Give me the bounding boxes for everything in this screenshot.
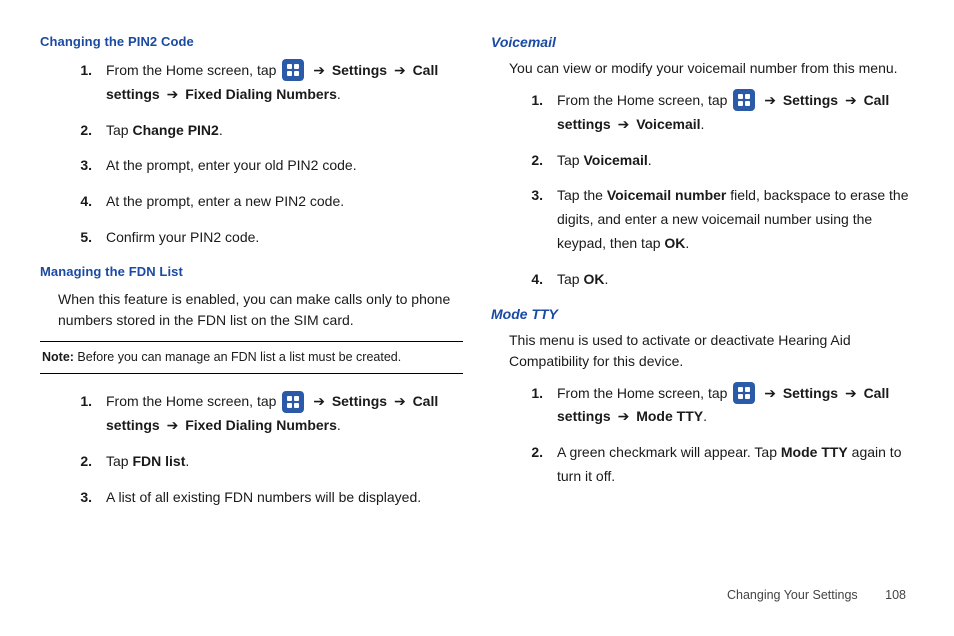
step-text: A list of all existing FDN numbers will … — [106, 486, 463, 510]
step-item: 2.Tap Voicemail. — [491, 149, 914, 173]
arrow-icon: ➔ — [618, 405, 630, 429]
step-text: From the Home screen, tap ➔ Settings ➔ C… — [557, 89, 914, 137]
two-column-layout: Changing the PIN2 Code 1.From the Home s… — [40, 34, 914, 523]
arrow-icon: ➔ — [764, 89, 776, 113]
step-text: A green checkmark will appear. Tap Mode … — [557, 441, 914, 489]
apps-grid-icon — [282, 59, 304, 81]
paragraph-fdn-description: When this feature is enabled, you can ma… — [58, 289, 463, 331]
step-item: 1.From the Home screen, tap ➔ Settings ➔… — [491, 89, 914, 137]
step-item: 2.A green checkmark will appear. Tap Mod… — [491, 441, 914, 489]
note-box-fdn: Note: Before you can manage an FDN list … — [40, 341, 463, 375]
arrow-icon: ➔ — [167, 414, 179, 438]
heading-managing-fdn: Managing the FDN List — [40, 264, 463, 279]
right-column: Voicemail You can view or modify your vo… — [491, 34, 914, 523]
note-label: Note: — [42, 350, 74, 364]
step-text: Tap OK. — [557, 268, 914, 292]
step-item: 3.Tap the Voicemail number field, backsp… — [491, 184, 914, 255]
arrow-icon: ➔ — [394, 390, 406, 414]
heading-changing-pin2: Changing the PIN2 Code — [40, 34, 463, 49]
steps-voicemail: 1.From the Home screen, tap ➔ Settings ➔… — [491, 89, 914, 292]
step-text: From the Home screen, tap ➔ Settings ➔ C… — [557, 382, 914, 430]
step-text: Tap the Voicemail number field, backspac… — [557, 184, 914, 255]
steps-mode-tty: 1.From the Home screen, tap ➔ Settings ➔… — [491, 382, 914, 489]
heading-voicemail: Voicemail — [491, 34, 914, 50]
step-number: 4. — [40, 190, 106, 214]
arrow-icon: ➔ — [845, 382, 857, 406]
step-text: Tap FDN list. — [106, 450, 463, 474]
apps-grid-icon — [733, 382, 755, 404]
heading-mode-tty: Mode TTY — [491, 306, 914, 322]
step-number: 1. — [491, 89, 557, 113]
step-number: 3. — [40, 486, 106, 510]
page-footer: Changing Your Settings 108 — [727, 588, 906, 602]
steps-changing-pin2: 1.From the Home screen, tap ➔ Settings ➔… — [40, 59, 463, 250]
arrow-icon: ➔ — [167, 83, 179, 107]
step-text: Tap Voicemail. — [557, 149, 914, 173]
step-number: 2. — [40, 450, 106, 474]
step-number: 4. — [491, 268, 557, 292]
step-number: 3. — [40, 154, 106, 178]
step-item: 1.From the Home screen, tap ➔ Settings ➔… — [491, 382, 914, 430]
step-text: Tap Change PIN2. — [106, 119, 463, 143]
arrow-icon: ➔ — [313, 59, 325, 83]
step-item: 4.Tap OK. — [491, 268, 914, 292]
paragraph-mode-tty: This menu is used to activate or deactiv… — [509, 330, 914, 372]
step-item: 5.Confirm your PIN2 code. — [40, 226, 463, 250]
step-text: From the Home screen, tap ➔ Settings ➔ C… — [106, 390, 463, 438]
footer-page-number: 108 — [885, 588, 906, 602]
footer-section-name: Changing Your Settings — [727, 588, 858, 602]
step-item: 3.A list of all existing FDN numbers wil… — [40, 486, 463, 510]
step-item: 2.Tap Change PIN2. — [40, 119, 463, 143]
note-text: Before you can manage an FDN list a list… — [74, 350, 401, 364]
step-number: 1. — [40, 59, 106, 83]
steps-managing-fdn: 1.From the Home screen, tap ➔ Settings ➔… — [40, 390, 463, 509]
arrow-icon: ➔ — [394, 59, 406, 83]
step-text: Confirm your PIN2 code. — [106, 226, 463, 250]
step-number: 2. — [491, 149, 557, 173]
step-item: 4.At the prompt, enter a new PIN2 code. — [40, 190, 463, 214]
manual-page: Changing the PIN2 Code 1.From the Home s… — [0, 0, 954, 636]
step-text: At the prompt, enter a new PIN2 code. — [106, 190, 463, 214]
step-number: 5. — [40, 226, 106, 250]
arrow-icon: ➔ — [313, 390, 325, 414]
step-item: 3.At the prompt, enter your old PIN2 cod… — [40, 154, 463, 178]
apps-grid-icon — [733, 89, 755, 111]
step-item: 2.Tap FDN list. — [40, 450, 463, 474]
step-number: 2. — [40, 119, 106, 143]
step-item: 1.From the Home screen, tap ➔ Settings ➔… — [40, 390, 463, 438]
left-column: Changing the PIN2 Code 1.From the Home s… — [40, 34, 463, 523]
step-text: At the prompt, enter your old PIN2 code. — [106, 154, 463, 178]
step-number: 2. — [491, 441, 557, 465]
step-text: From the Home screen, tap ➔ Settings ➔ C… — [106, 59, 463, 107]
step-number: 1. — [491, 382, 557, 406]
step-number: 1. — [40, 390, 106, 414]
arrow-icon: ➔ — [764, 382, 776, 406]
arrow-icon: ➔ — [845, 89, 857, 113]
paragraph-voicemail: You can view or modify your voicemail nu… — [509, 58, 914, 79]
apps-grid-icon — [282, 391, 304, 413]
arrow-icon: ➔ — [618, 113, 630, 137]
step-item: 1.From the Home screen, tap ➔ Settings ➔… — [40, 59, 463, 107]
step-number: 3. — [491, 184, 557, 208]
